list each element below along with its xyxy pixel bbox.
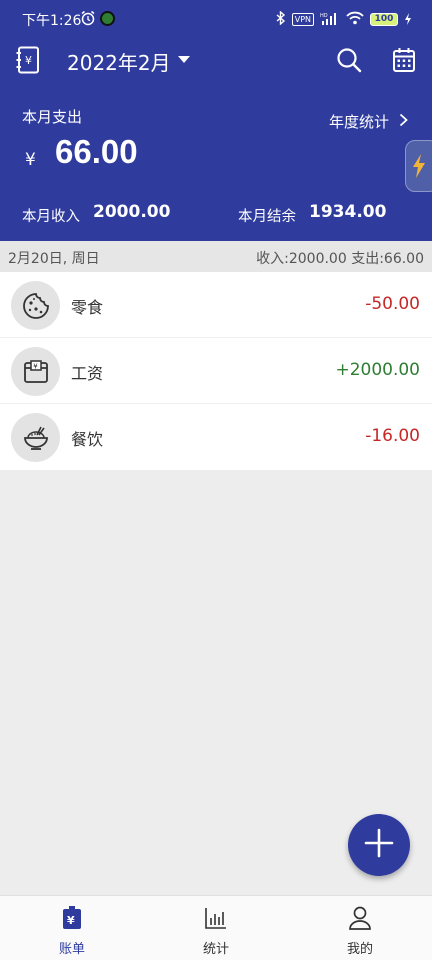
status-time: 下午1:26: [22, 13, 82, 29]
record-category: 餐饮: [71, 430, 104, 449]
svg-text:¥: ¥: [25, 54, 32, 67]
record-amount: -16.00: [365, 426, 420, 446]
nav-label: 我的: [346, 942, 373, 957]
svg-text:¥: ¥: [33, 362, 38, 370]
wifi-icon: [346, 10, 364, 29]
yearly-stats-label: 年度统计: [328, 113, 389, 131]
bar-chart-icon: [205, 906, 227, 934]
month-expense-amount: 66.00: [55, 133, 138, 170]
wallet-icon: ¥: [11, 347, 60, 396]
nav-item-profile[interactable]: 我的: [288, 896, 432, 960]
record-category: 零食: [71, 298, 104, 317]
day-summary: 收入:2000.00 支出:66.00: [256, 251, 424, 267]
status-indicators: VPN HD 100: [276, 10, 412, 29]
signal-icon: HD: [320, 10, 340, 29]
lightning-icon: [412, 154, 426, 182]
status-bar: 下午1:26 VPN HD 100: [0, 0, 432, 38]
vpn-badge: VPN: [291, 13, 314, 26]
record-category: 工资: [71, 364, 104, 383]
record-amount: +2000.00: [335, 360, 420, 380]
bluetooth-icon: [276, 10, 286, 29]
record-row[interactable]: 餐饮 -16.00: [0, 404, 432, 470]
ledger-book-icon[interactable]: ¥: [16, 46, 40, 74]
nav-item-bills[interactable]: ¥ 账单: [0, 896, 144, 960]
alarm-icon: [80, 10, 96, 30]
record-list: 零食 -50.00 ¥ 工资 +2000.00 餐饮 -16.00: [0, 272, 432, 470]
record-row[interactable]: 零食 -50.00: [0, 272, 432, 338]
battery-indicator: 100: [370, 13, 398, 26]
charging-icon: [404, 10, 412, 29]
rice-bowl-icon: [11, 413, 60, 462]
month-balance-label: 本月结余: [238, 209, 296, 225]
plus-icon: [364, 828, 394, 862]
day-date: 2月20日, 周日: [8, 251, 100, 267]
svg-text:HD: HD: [320, 13, 328, 19]
record-amount: -50.00: [365, 294, 420, 314]
app-notification-icon: [100, 11, 115, 26]
month-balance-value: 1934.00: [309, 202, 387, 222]
calendar-icon[interactable]: [392, 47, 416, 73]
svg-text:¥: ¥: [67, 914, 75, 927]
header: 下午1:26 VPN HD 100 ¥ 2022年2月 本月支出 年度统计 ¥ …: [0, 0, 432, 241]
chevron-down-icon[interactable]: [178, 56, 190, 63]
nav-label: 统计: [202, 942, 229, 957]
search-icon[interactable]: [336, 47, 362, 73]
currency-symbol: ¥: [25, 150, 36, 170]
floating-quick-tab[interactable]: [405, 140, 432, 192]
nav-item-statistics[interactable]: 统计: [144, 896, 288, 960]
month-income-value: 2000.00: [93, 202, 171, 222]
record-row[interactable]: ¥ 工资 +2000.00: [0, 338, 432, 404]
month-expense-label: 本月支出: [22, 108, 83, 126]
yearly-stats-link[interactable]: 年度统计: [329, 111, 408, 132]
cookie-icon: [11, 281, 60, 330]
nav-label: 账单: [58, 942, 85, 957]
person-icon: [349, 906, 371, 934]
day-group-header: 2月20日, 周日 收入:2000.00 支出:66.00: [0, 241, 432, 272]
bill-icon: ¥: [62, 906, 82, 934]
bottom-nav: ¥ 账单 统计 我的: [0, 895, 432, 960]
month-selector[interactable]: 2022年2月: [67, 47, 171, 76]
chevron-right-icon: [399, 113, 408, 131]
month-income-label: 本月收入: [22, 209, 80, 225]
add-record-button[interactable]: [348, 814, 410, 876]
